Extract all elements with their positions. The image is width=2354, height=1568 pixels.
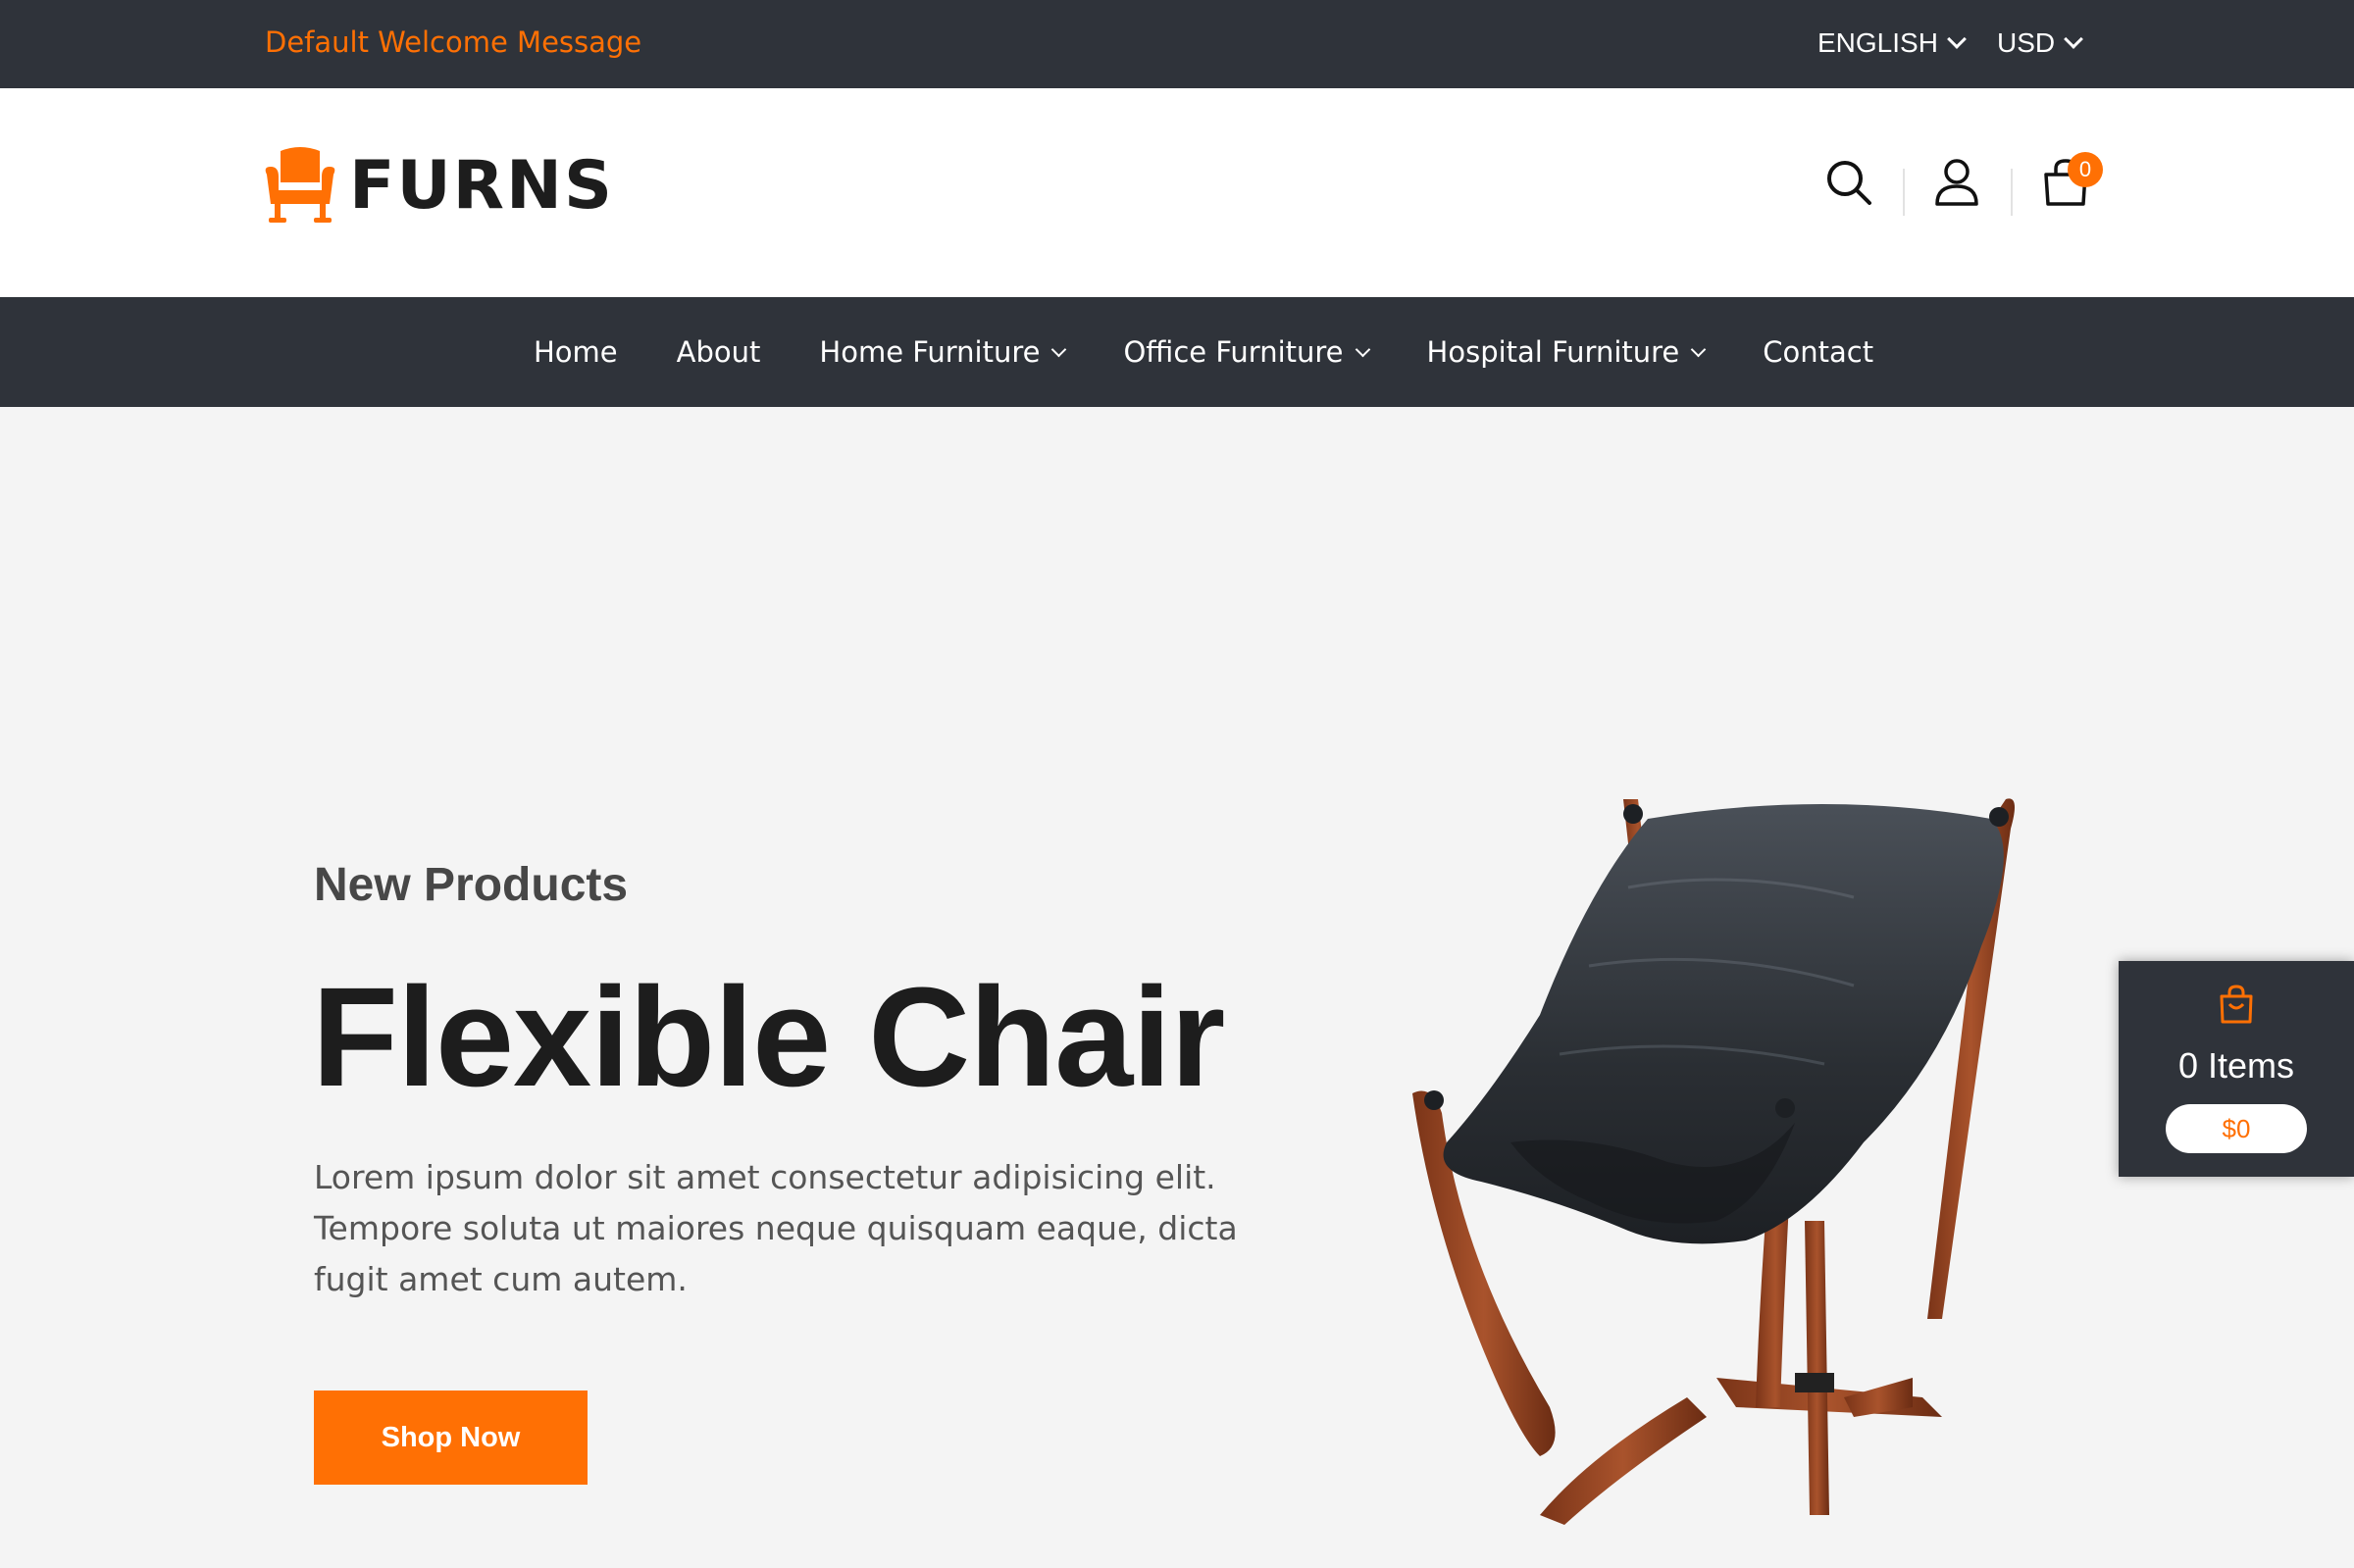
logo-text: FURNS [349, 146, 614, 225]
welcome-message: Default Welcome Message [265, 25, 642, 59]
language-selector[interactable]: ENGLISH [1817, 27, 1967, 59]
chevron-down-icon [1947, 29, 1967, 49]
search-button[interactable] [1823, 157, 1874, 208]
nav-item-home-furniture[interactable]: Home Furniture [819, 335, 1067, 369]
hero-description: Lorem ipsum dolor sit amet consectetur a… [314, 1158, 1238, 1298]
user-icon [1935, 159, 1978, 206]
logo[interactable]: FURNS [263, 145, 614, 226]
nav-item-contact[interactable]: Contact [1763, 335, 1873, 369]
divider [2011, 169, 2013, 216]
currency-label: USD [1997, 27, 2056, 58]
nav-label: Contact [1763, 335, 1874, 369]
account-button[interactable] [1931, 157, 1982, 208]
chevron-down-icon [1691, 341, 1707, 357]
nav-item-about[interactable]: About [677, 335, 761, 369]
floating-cart[interactable]: 0 Items $0 [2119, 961, 2354, 1177]
hero-subtitle: New Products [314, 859, 629, 911]
chevron-down-icon [1051, 341, 1067, 357]
main-nav: Home About Home Furniture Office Furnitu… [0, 297, 2354, 407]
chair-image [1412, 798, 2015, 1525]
nav-item-office-furniture[interactable]: Office Furniture [1123, 335, 1370, 369]
divider [1903, 169, 1905, 216]
bag-icon [2220, 985, 2253, 1024]
nav-label: About [676, 335, 761, 369]
nav-item-home[interactable]: Home [534, 335, 618, 369]
shop-now-button[interactable]: Shop Now [314, 1391, 588, 1485]
site-header: FURNS 0 [0, 88, 2354, 297]
hero-title: Flexible Chair [312, 958, 1225, 1116]
hero-slider: New Products Flexible Chair Lorem ipsum … [0, 407, 2354, 1568]
language-label: ENGLISH [1817, 27, 1938, 58]
cart-total: $0 [2166, 1104, 2307, 1153]
nav-item-hospital-furniture[interactable]: Hospital Furniture [1426, 335, 1707, 369]
nav-label: Home [534, 335, 618, 369]
currency-selector[interactable]: USD [1997, 27, 2084, 59]
chevron-down-icon [1355, 341, 1370, 357]
top-bar: Default Welcome Message ENGLISH USD [0, 0, 2354, 88]
nav-label: Office Furniture [1123, 335, 1344, 369]
chevron-down-icon [2064, 29, 2084, 49]
nav-label: Hospital Furniture [1426, 335, 1680, 369]
cart-count-badge: 0 [2068, 152, 2103, 187]
search-icon [1827, 161, 1871, 205]
nav-label: Home Furniture [819, 335, 1041, 369]
chair-logo-icon [265, 147, 335, 223]
cart-items-count: 0 Items [2177, 1045, 2295, 1086]
